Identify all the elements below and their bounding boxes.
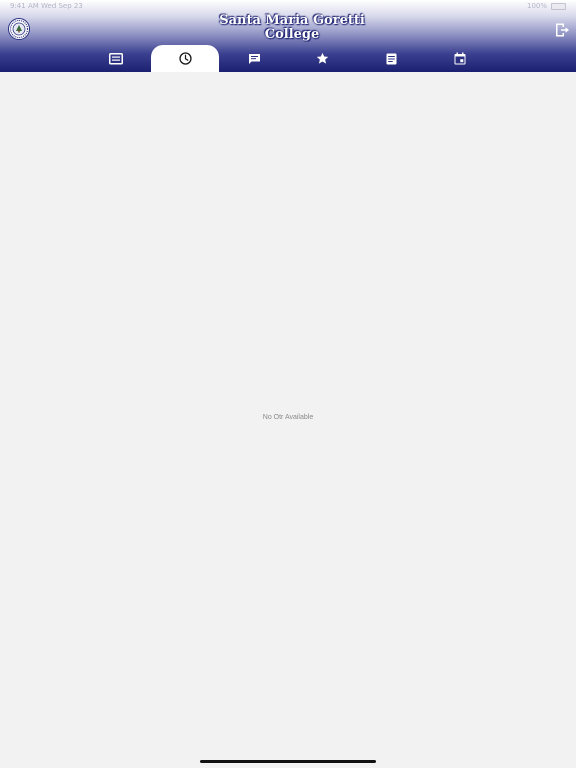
logout-button[interactable] bbox=[554, 22, 570, 38]
status-time: 9:41 AM Wed Sep 23 bbox=[10, 2, 83, 10]
title-line-1: Santa Maria Goretti bbox=[219, 13, 365, 28]
page-title: Santa Maria Goretti College bbox=[188, 14, 396, 42]
app-screen: 9:41 AM Wed Sep 23 100% Santa Maria Gore… bbox=[0, 0, 576, 768]
clock-icon bbox=[178, 52, 192, 65]
status-bar: 9:41 AM Wed Sep 23 100% bbox=[0, 0, 576, 12]
message-icon bbox=[248, 53, 260, 64]
tab-documents[interactable] bbox=[357, 45, 425, 72]
announcement-icon bbox=[109, 52, 123, 64]
tab-announcements[interactable] bbox=[82, 45, 150, 72]
battery-icon bbox=[551, 2, 566, 10]
star-icon bbox=[316, 52, 328, 64]
empty-state-message: No Otr Available bbox=[262, 414, 314, 421]
logout-icon bbox=[556, 23, 569, 37]
tab-calendar[interactable] bbox=[426, 45, 494, 72]
tab-favorites[interactable] bbox=[288, 45, 356, 72]
battery-percent: 100% bbox=[526, 2, 547, 10]
college-seal-logo[interactable] bbox=[8, 18, 30, 40]
home-indicator[interactable] bbox=[200, 760, 376, 763]
status-indicators: 100% bbox=[527, 2, 566, 10]
tab-messages[interactable] bbox=[220, 45, 288, 72]
title-line-2: College bbox=[264, 27, 320, 42]
calendar-icon bbox=[454, 52, 466, 65]
tab-history[interactable] bbox=[151, 45, 219, 72]
document-icon bbox=[386, 53, 396, 64]
app-header: 9:41 AM Wed Sep 23 100% Santa Maria Gore… bbox=[0, 0, 576, 72]
